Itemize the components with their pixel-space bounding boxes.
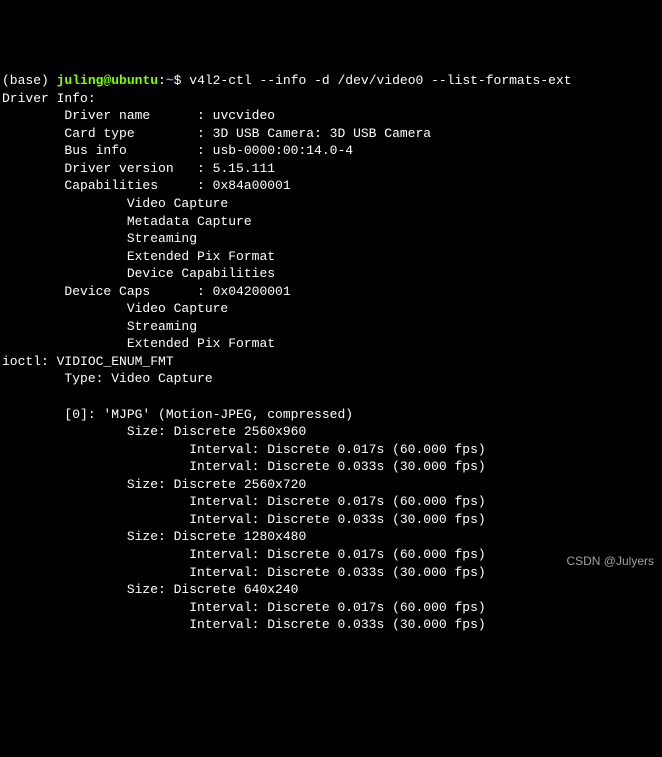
- ioctl-type: Type: Video Capture: [2, 371, 213, 386]
- device-caps-label: Device Caps :: [2, 284, 213, 299]
- driver-info-header: Driver Info:: [2, 91, 96, 106]
- card-type-value: 3D USB Camera: 3D USB Camera: [213, 126, 431, 141]
- size-1-interval-0: Interval: Discrete 0.017s (60.000 fps): [2, 494, 486, 509]
- prompt-host: ubuntu: [111, 73, 158, 88]
- cap-device-caps: Device Capabilities: [2, 266, 275, 281]
- card-type-label: Card type :: [2, 126, 213, 141]
- cap-video-capture: Video Capture: [2, 196, 228, 211]
- size-3-interval-0: Interval: Discrete 0.017s (60.000 fps): [2, 600, 486, 615]
- size-2: Size: Discrete 1280x480: [2, 529, 306, 544]
- bus-info-value: usb-0000:00:14.0-4: [213, 143, 353, 158]
- prompt-path: ~: [166, 73, 174, 88]
- size-3: Size: Discrete 640x240: [2, 582, 298, 597]
- prompt-env: (base): [2, 73, 57, 88]
- cap-metadata-capture: Metadata Capture: [2, 214, 252, 229]
- prompt-dollar: $: [174, 73, 190, 88]
- terminal-output: (base) juling@ubuntu:~$ v4l2-ctl --info …: [2, 72, 660, 634]
- size-1: Size: Discrete 2560x720: [2, 477, 306, 492]
- driver-version-label: Driver version :: [2, 161, 213, 176]
- size-0-interval-0: Interval: Discrete 0.017s (60.000 fps): [2, 442, 486, 457]
- cap-extended-pix: Extended Pix Format: [2, 249, 275, 264]
- dcap-extended-pix: Extended Pix Format: [2, 336, 275, 351]
- driver-name-value: uvcvideo: [213, 108, 275, 123]
- size-2-interval-0: Interval: Discrete 0.017s (60.000 fps): [2, 547, 486, 562]
- prompt-user: juling: [57, 73, 104, 88]
- size-3-interval-1: Interval: Discrete 0.033s (30.000 fps): [2, 617, 486, 632]
- capabilities-label: Capabilities :: [2, 178, 213, 193]
- driver-name-label: Driver name :: [2, 108, 213, 123]
- command-text: v4l2-ctl --info -d /dev/video0 --list-fo…: [189, 73, 571, 88]
- dcap-streaming: Streaming: [2, 319, 197, 334]
- dcap-video-capture: Video Capture: [2, 301, 228, 316]
- size-0-interval-1: Interval: Discrete 0.033s (30.000 fps): [2, 459, 486, 474]
- driver-version-value: 5.15.111: [213, 161, 275, 176]
- size-0: Size: Discrete 2560x960: [2, 424, 306, 439]
- device-caps-value: 0x04200001: [213, 284, 291, 299]
- prompt-colon: :: [158, 73, 166, 88]
- ioctl-header: ioctl: VIDIOC_ENUM_FMT: [2, 354, 174, 369]
- size-2-interval-1: Interval: Discrete 0.033s (30.000 fps): [2, 565, 486, 580]
- bus-info-label: Bus info :: [2, 143, 213, 158]
- watermark: CSDN @Julyers: [566, 553, 654, 569]
- cap-streaming: Streaming: [2, 231, 197, 246]
- capabilities-value: 0x84a00001: [213, 178, 291, 193]
- format-header: [0]: 'MJPG' (Motion-JPEG, compressed): [2, 407, 353, 422]
- size-1-interval-1: Interval: Discrete 0.033s (30.000 fps): [2, 512, 486, 527]
